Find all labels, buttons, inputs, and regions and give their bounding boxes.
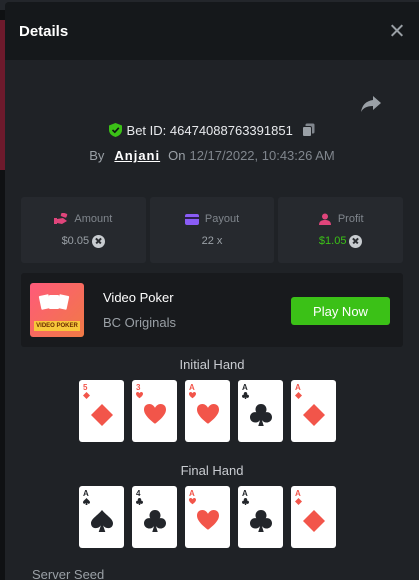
coin-icon — [92, 234, 106, 248]
card-rank: A — [242, 383, 248, 392]
close-icon[interactable] — [387, 21, 407, 41]
stat-payout: Payout 22 x — [149, 197, 275, 263]
bet-id-value: 46474088763391851 — [169, 123, 293, 138]
club-icon — [250, 404, 272, 426]
play-now-button[interactable]: Play Now — [291, 297, 390, 325]
club-icon — [250, 510, 272, 532]
heart-icon — [197, 404, 219, 424]
bet-stats: Amount $0.05 Payout 22 x Profit $1.05 — [21, 197, 404, 263]
initial-hand-card: 3 — [132, 380, 177, 442]
stat-amount-value: $0.05 — [61, 235, 90, 247]
modal-title: Details — [19, 22, 69, 40]
on-label: On — [168, 148, 186, 163]
stat-payout-value: 22 x — [201, 235, 223, 247]
details-modal: Details Bet ID: 46474088763391851 By Anja… — [5, 2, 419, 580]
card-rank: A — [242, 489, 248, 498]
stat-profit-label: Profit — [337, 212, 364, 225]
copy-icon[interactable] — [302, 123, 315, 137]
thumbnail-label: VIDEO POKER — [34, 321, 80, 331]
share-icon[interactable] — [360, 95, 382, 113]
hand-coins-icon — [54, 212, 68, 224]
wallet-icon — [184, 213, 199, 225]
user-link[interactable]: Anjani — [114, 148, 160, 163]
modal-header: Details — [5, 2, 419, 60]
club-icon — [242, 392, 249, 399]
diamond-icon — [303, 510, 325, 532]
bet-byline: By Anjani On 12/17/2022, 10:43:26 AM — [5, 148, 419, 163]
diamond-icon — [91, 404, 113, 426]
server-seed-label: Server Seed — [32, 567, 105, 580]
final-hand-title: Final Hand — [180, 463, 244, 478]
card-rank: 4 — [136, 489, 141, 498]
diamond-icon — [295, 392, 302, 399]
initial-hand-card: 5 — [79, 380, 124, 442]
bet-datetime: 12/17/2022, 10:43:26 AM — [189, 148, 335, 163]
card-rank: A — [189, 383, 195, 392]
diamond-icon — [295, 498, 302, 505]
stat-profit-value: $1.05 — [318, 235, 347, 247]
initial-hand-card: A — [291, 380, 336, 442]
card-rank: A — [295, 489, 301, 498]
final-hand-card: A — [185, 486, 230, 548]
spade-icon — [83, 498, 90, 505]
stat-payout-label: Payout — [204, 213, 240, 225]
initial-hand-title: Initial Hand — [179, 357, 245, 372]
initial-hand-card: A — [185, 380, 230, 442]
profit-icon — [318, 213, 331, 225]
bet-id-row: Bet ID: 46474088763391851 — [5, 123, 419, 138]
card-rank: A — [83, 489, 89, 498]
card-rank: 5 — [83, 383, 88, 392]
final-hand: A 4 A A A — [79, 486, 336, 548]
final-hand-card: A — [238, 486, 283, 548]
final-hand-card: 4 — [132, 486, 177, 548]
diamond-icon — [83, 392, 90, 399]
card-rank: 3 — [136, 383, 141, 392]
heart-icon — [144, 404, 166, 424]
game-name: Video Poker — [103, 290, 174, 305]
stat-profit: Profit $1.05 — [278, 197, 404, 263]
initial-hand-card: A — [238, 380, 283, 442]
verified-shield-icon — [108, 123, 122, 137]
club-icon — [242, 498, 249, 505]
game-card: VIDEO POKER Video Poker BC Originals Pla… — [21, 273, 403, 347]
by-label: By — [89, 148, 105, 163]
heart-icon — [189, 392, 196, 399]
card-rank: A — [189, 489, 195, 498]
initial-hand: 5 3 A A A — [79, 380, 336, 442]
final-hand-card: A — [79, 486, 124, 548]
final-hand-card: A — [291, 486, 336, 548]
heart-icon — [189, 498, 196, 505]
club-icon — [144, 510, 166, 532]
diamond-icon — [303, 404, 325, 426]
spade-icon — [91, 510, 113, 532]
club-icon — [136, 498, 143, 505]
heart-icon — [197, 510, 219, 530]
coin-icon — [349, 234, 363, 248]
stat-amount-label: Amount — [74, 212, 113, 225]
heart-icon — [136, 392, 143, 399]
card-rank: A — [295, 383, 301, 392]
video-poker-thumbnail[interactable]: VIDEO POKER — [30, 283, 84, 337]
game-provider: BC Originals — [103, 315, 176, 330]
stat-amount: Amount $0.05 — [21, 197, 146, 263]
bet-id-label: Bet ID: — [126, 123, 167, 138]
